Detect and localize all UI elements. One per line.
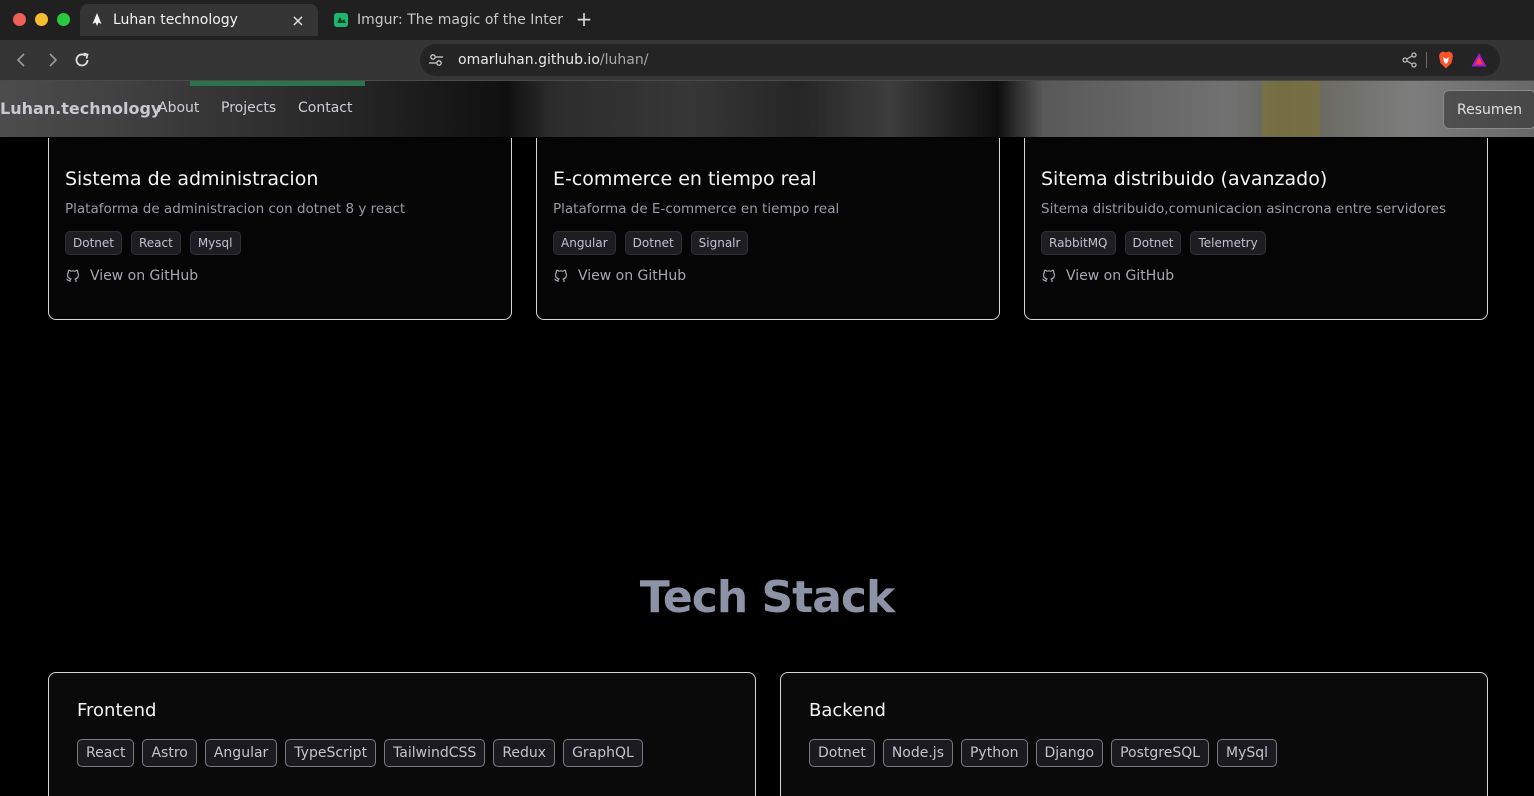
github-link[interactable]: View on GitHub bbox=[65, 268, 495, 284]
stack-tag: Astro bbox=[142, 739, 197, 767]
project-card: Sitema distribuido (avanzado) Sitema dis… bbox=[1024, 138, 1488, 320]
github-icon bbox=[66, 269, 80, 283]
url-text[interactable]: omarluhan.github.io/luhan/ bbox=[458, 52, 648, 68]
tech-tag: Angular bbox=[553, 231, 616, 255]
tech-tag: Dotnet bbox=[65, 231, 122, 255]
nav-about[interactable]: About bbox=[158, 100, 199, 116]
tech-tag: Signalr bbox=[690, 231, 749, 255]
window-close-button[interactable] bbox=[13, 13, 26, 26]
project-title: Sistema de administracion bbox=[65, 168, 319, 190]
stack-tag: Angular bbox=[204, 739, 278, 767]
project-description: Plataforma de administracion con dotnet … bbox=[65, 201, 406, 217]
astro-favicon-icon bbox=[89, 12, 105, 28]
github-link-label: View on GitHub bbox=[90, 268, 199, 284]
project-card: Sistema de administracion Plataforma de … bbox=[48, 138, 512, 320]
forward-button[interactable] bbox=[41, 49, 63, 71]
project-tags: Angular Dotnet Signalr bbox=[553, 231, 983, 255]
tech-tag: React bbox=[130, 231, 181, 255]
url-domain: omarluhan.github.io bbox=[458, 52, 600, 68]
stack-tag: React bbox=[77, 739, 135, 767]
window-maximize-button[interactable] bbox=[57, 13, 70, 26]
toolbar-divider bbox=[1426, 52, 1427, 68]
stack-tag: Node.js bbox=[882, 739, 953, 767]
backend-card: Backend Dotnet Node.js Python Django Pos… bbox=[780, 672, 1488, 796]
project-title: Sitema distribuido (avanzado) bbox=[1041, 168, 1328, 190]
stack-card-title: Backend bbox=[809, 700, 886, 721]
url-path: /luhan/ bbox=[599, 52, 649, 68]
project-description: Plataforma de E-commerce en tiempo real bbox=[553, 201, 840, 217]
stack-card-title: Frontend bbox=[77, 700, 157, 721]
frontend-card: Frontend React Astro Angular TypeScript … bbox=[48, 672, 756, 796]
browser-toolbar: omarluhan.github.io/luhan/ bbox=[0, 40, 1534, 81]
brand-logo[interactable]: Luhan.technology bbox=[0, 99, 161, 118]
tech-tag: Mysql bbox=[189, 231, 241, 255]
stack-tag: Django bbox=[1035, 739, 1104, 767]
imgur-favicon-icon bbox=[333, 12, 349, 28]
stack-tag: MySql bbox=[1217, 739, 1278, 767]
nav-projects[interactable]: Projects bbox=[221, 100, 276, 116]
github-icon bbox=[554, 269, 568, 283]
tab-title: Imgur: The magic of the Inter bbox=[357, 12, 564, 28]
window-minimize-button[interactable] bbox=[35, 13, 48, 26]
tech-stack-heading: Tech Stack bbox=[639, 572, 896, 623]
tab-close-icon[interactable]: × bbox=[290, 11, 306, 30]
reload-icon bbox=[75, 52, 89, 67]
brave-shield-icon[interactable] bbox=[1436, 50, 1456, 70]
tech-tag: Dotnet bbox=[1124, 231, 1182, 255]
tab-title: Luhan technology bbox=[113, 12, 238, 28]
nav-contact[interactable]: Contact bbox=[298, 100, 352, 116]
github-link[interactable]: View on GitHub bbox=[553, 268, 983, 284]
stack-tags: Dotnet Node.js Python Django PostgreSQL … bbox=[809, 739, 1459, 767]
tech-tag: RabbitMQ bbox=[1041, 231, 1116, 255]
stack-tag: TailwindCSS bbox=[384, 739, 486, 767]
project-title: E-commerce en tiempo real bbox=[553, 168, 817, 190]
back-button[interactable] bbox=[11, 49, 33, 71]
stack-tag: Dotnet bbox=[809, 739, 875, 767]
project-card: E-commerce en tiempo real Plataforma de … bbox=[536, 138, 1000, 320]
project-tags: Dotnet React Mysql bbox=[65, 231, 495, 255]
stack-tag: Redux bbox=[493, 739, 556, 767]
stack-tag: TypeScript bbox=[285, 739, 377, 767]
stack-tag: Python bbox=[960, 739, 1028, 767]
project-description: Sitema distribuido,comunicacion asincron… bbox=[1041, 201, 1446, 217]
new-tab-button[interactable]: + bbox=[574, 9, 594, 29]
chevron-left-icon bbox=[16, 53, 25, 67]
github-link[interactable]: View on GitHub bbox=[1041, 268, 1471, 284]
stack-tag: PostgreSQL bbox=[1111, 739, 1210, 767]
github-link-label: View on GitHub bbox=[578, 268, 687, 284]
brave-rewards-icon[interactable] bbox=[1470, 51, 1488, 69]
browser-tab-bar: Luhan technology × Imgur: The magic of t… bbox=[0, 0, 1534, 40]
stack-tags: React Astro Angular TypeScript TailwindC… bbox=[77, 739, 727, 767]
share-icon[interactable] bbox=[1401, 51, 1419, 69]
project-tags: RabbitMQ Dotnet Telemetry bbox=[1041, 231, 1471, 255]
github-icon bbox=[1042, 269, 1056, 283]
tab-luhan-technology[interactable]: Luhan technology × bbox=[80, 4, 318, 36]
site-header: Luhan.technology About Projects Contact … bbox=[0, 81, 1534, 137]
github-link-label: View on GitHub bbox=[1066, 268, 1175, 284]
tech-tag: Dotnet bbox=[624, 231, 682, 255]
chevron-right-icon bbox=[49, 53, 58, 67]
tab-imgur[interactable]: Imgur: The magic of the Inter bbox=[326, 4, 564, 36]
tech-tag: Telemetry bbox=[1190, 231, 1266, 255]
reload-button[interactable] bbox=[71, 49, 93, 71]
address-bar[interactable]: omarluhan.github.io/luhan/ bbox=[420, 44, 1500, 76]
resume-button[interactable]: Resumen bbox=[1443, 90, 1534, 129]
stack-tag: GraphQL bbox=[563, 739, 643, 767]
tune-icon[interactable] bbox=[428, 52, 444, 68]
